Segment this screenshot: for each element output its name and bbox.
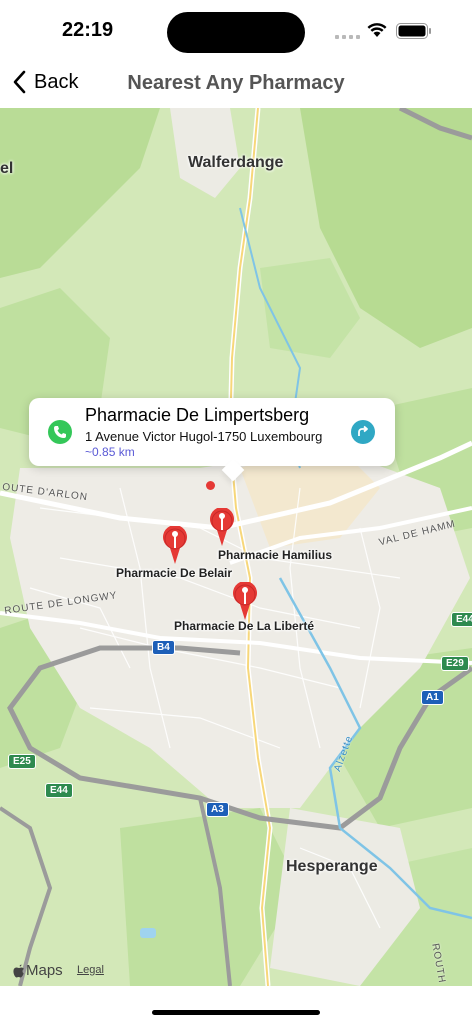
road-shield-a3: A3 xyxy=(206,802,229,817)
dynamic-island xyxy=(167,12,305,53)
selected-location-dot xyxy=(206,481,215,490)
navigation-bar: Back Nearest Any Pharmacy xyxy=(0,60,472,108)
road-shield-b4: B4 xyxy=(152,640,175,655)
phone-icon xyxy=(54,426,66,438)
map-pin-icon[interactable] xyxy=(230,582,260,622)
place-label-walferdange: Walferdange xyxy=(188,154,284,171)
directions-icon xyxy=(358,425,368,436)
status-time: 22:19 xyxy=(62,19,114,41)
pharmacy-callout[interactable]: Pharmacie De Limpertsberg 1 Avenue Victo… xyxy=(29,398,395,482)
callout-address: 1 Avenue Victor Hugol-1750 Luxembourg xyxy=(85,429,323,444)
map-pin-icon[interactable] xyxy=(160,526,190,566)
road-shield-e29: E29 xyxy=(441,656,469,671)
maps-label: Maps xyxy=(26,962,63,979)
road-shield-a1: A1 xyxy=(421,690,444,705)
road-shield-e44-left: E44 xyxy=(45,783,73,798)
callout-distance: ~0.85 km xyxy=(85,445,135,459)
maps-attribution: Maps xyxy=(12,962,63,979)
pin-label-belair: Pharmacie De Belair xyxy=(116,566,233,580)
home-indicator[interactable] xyxy=(152,1010,320,1015)
directions-button[interactable] xyxy=(351,420,375,444)
callout-pharmacy-name: Pharmacie De Limpertsberg xyxy=(85,405,310,425)
pin-label-liberte: Pharmacie De La Liberté xyxy=(174,619,315,633)
wifi-icon xyxy=(367,23,387,37)
place-label-hesperange: Hesperange xyxy=(286,858,378,875)
road-shield-e25: E25 xyxy=(8,754,36,769)
status-bar: 22:19 xyxy=(0,0,472,60)
call-button[interactable] xyxy=(48,420,72,444)
apple-logo-icon xyxy=(13,964,24,977)
cellular-signal-icon xyxy=(335,35,360,39)
pin-label-hamilius: Pharmacie Hamilius xyxy=(218,548,333,562)
battery-icon xyxy=(396,23,431,39)
place-label-edge: el xyxy=(0,160,14,177)
map-view[interactable]: Walferdange Hesperange el OUTE D'ARLON R… xyxy=(0,108,472,986)
map-pin-icon[interactable] xyxy=(207,508,237,548)
page-title: Nearest Any Pharmacy xyxy=(127,72,345,94)
legal-link[interactable]: Legal xyxy=(77,964,104,976)
road-shield-e44-right: E44 xyxy=(451,612,472,627)
